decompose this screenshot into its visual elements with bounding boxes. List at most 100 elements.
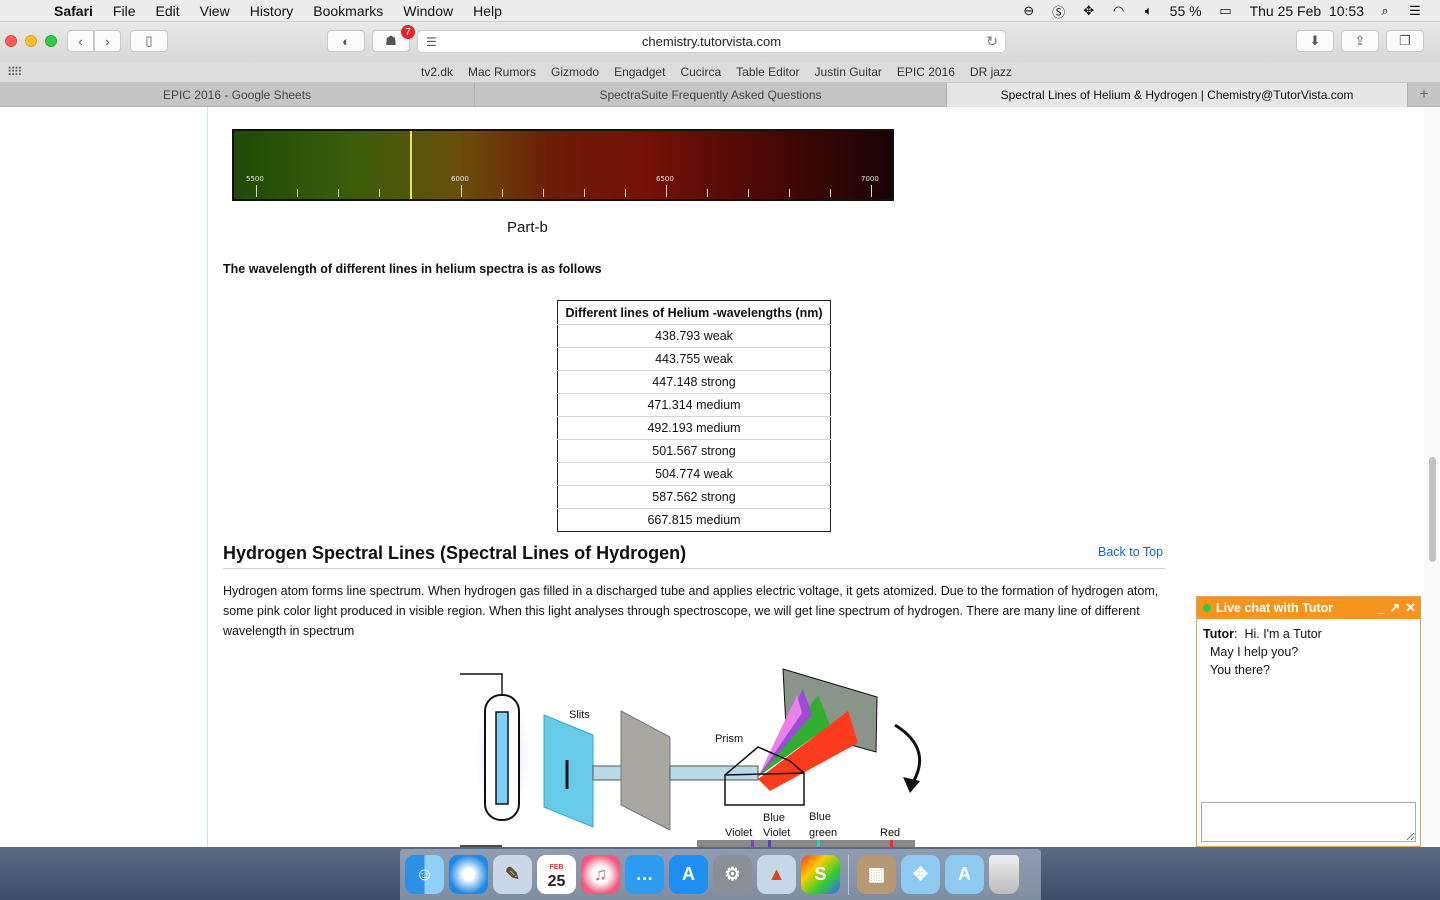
helium-spectrum-image: 5500 6000 6500 7000 [232,129,894,201]
sidebar-button[interactable]: ▯ [130,30,168,52]
menu-file[interactable]: File [113,3,136,19]
table-cell: 492.193 medium [557,416,831,440]
wifi-icon[interactable]: ◠ [1110,2,1128,20]
tab-label: SpectraSuite Frequently Asked Questions [599,88,822,102]
chat-message: Hi. I'm a Tutor [1244,627,1322,641]
tab-spectral-lines[interactable]: Spectral Lines of Helium & Hydrogen | Ch… [947,83,1408,107]
spectrum-tick [297,189,298,197]
favorite-link[interactable]: EPIC 2016 [897,65,955,79]
close-icon[interactable]: ✕ [1405,600,1416,616]
chat-input[interactable] [1201,802,1416,842]
downloads-stack-icon[interactable]: ▦ [857,855,896,894]
dropbox-icon[interactable]: ✥ [1080,2,1098,20]
favorite-link[interactable]: Table Editor [736,65,799,79]
top-sites-grid-icon[interactable]: ⠿⠿ [7,65,23,79]
zoom-window-button[interactable] [45,35,57,47]
minimize-icon[interactable]: _ [1377,600,1384,616]
chat-message: You there? [1210,663,1271,677]
favorite-link[interactable]: tv2.dk [421,65,453,79]
notification-center-icon[interactable]: ☰ [1406,2,1424,20]
diagram-label-blue-violet: Violet [763,827,790,839]
calendar-icon[interactable]: FEB 25 [537,855,576,894]
battery-percent[interactable]: 55 % [1170,3,1202,19]
forward-button[interactable]: › [94,30,121,52]
chat-header[interactable]: Live chat with Tutor _ ↗ ✕ [1197,597,1420,619]
calendar-day: 25 [547,872,566,890]
menu-bookmarks[interactable]: Bookmarks [313,3,383,19]
browser-toolbar: ‹ › ▯ ◐ ☗ 7 ☰ chemistry.tutorvista.com ↻… [0,22,1440,62]
table-cell: 438.793 weak [557,324,831,348]
table-row: 492.193 medium [557,416,831,440]
new-tab-button[interactable]: + [1408,83,1440,107]
table-row: 471.314 medium [557,393,831,417]
menu-history[interactable]: History [250,3,294,19]
safari-icon[interactable] [449,855,488,894]
spectrum-tick [584,189,585,197]
favorite-link[interactable]: DR jazz [970,65,1012,79]
menu-app-safari[interactable]: Safari [54,3,93,19]
chat-title: Live chat with Tutor [1216,601,1334,615]
popout-icon[interactable]: ↗ [1389,600,1400,616]
notification-badge: 7 [401,25,415,39]
messages-icon[interactable]: … [625,855,664,894]
favorite-link[interactable]: Mac Rumors [468,65,536,79]
spectrasuite-icon[interactable]: S [801,855,840,894]
web-page: 5500 6000 6500 7000 Part-b The wavelengt… [0,107,1440,847]
preview-icon[interactable]: ✎ [493,855,532,894]
online-status-icon [1203,604,1211,612]
battery-icon[interactable]: ▭ [1214,2,1238,20]
menu-window[interactable]: Window [403,3,453,19]
spotlight-search-icon[interactable]: ⌕ [1376,2,1394,20]
address-bar[interactable]: ☰ chemistry.tutorvista.com ↻ [417,30,1006,53]
time-machine-icon[interactable]: ⊖ [1020,2,1038,20]
menu-view[interactable]: View [200,3,230,19]
table-cell: 443.755 weak [557,347,831,371]
live-chat-widget: Live chat with Tutor _ ↗ ✕ Tutor: Hi. I'… [1196,596,1421,847]
spectrum-tick [830,189,831,197]
favorite-link[interactable]: Engadget [614,65,665,79]
reader-view-icon[interactable]: ☰ [426,35,437,49]
five-icon[interactable]: Ⓢ [1050,2,1068,20]
scrollbar-thumb[interactable] [1429,457,1436,562]
app-store-icon[interactable]: A [669,855,708,894]
matlab-icon[interactable]: ▲ [757,855,796,894]
menu-edit[interactable]: Edit [155,3,179,19]
reload-icon[interactable]: ↻ [986,33,998,50]
tab-label: EPIC 2016 - Google Sheets [162,88,312,102]
favorite-link[interactable]: Justin Guitar [815,65,882,79]
tab-spectrasuite-faq[interactable]: SpectraSuite Frequently Asked Questions [475,83,947,107]
itunes-icon[interactable]: ♫ [581,855,620,894]
spectrum-tick [666,185,667,197]
share-button[interactable]: ⇪ [1341,30,1379,52]
ghostery-button[interactable]: ◐ [327,30,365,52]
downloads-button[interactable]: ⬇ [1296,30,1334,52]
finder-icon[interactable]: ☺ [405,855,444,894]
minimize-window-button[interactable] [25,35,37,47]
trash-icon[interactable] [989,855,1019,894]
clock[interactable]: Thu 25 Feb 10:53 [1250,3,1364,19]
table-row: 587.562 strong [557,485,831,509]
table-row: 438.793 weak [557,324,831,348]
back-to-top-link[interactable]: Back to Top [1098,545,1163,559]
system-preferences-icon[interactable]: ⚙ [713,855,752,894]
back-button[interactable]: ‹ [67,30,94,52]
chat-message: May I help you? [1210,645,1299,659]
diagram-label-violet: Violet [725,827,752,839]
vertical-scrollbar[interactable] [1424,107,1440,847]
dropbox-folder-icon[interactable]: ✥ [901,855,940,894]
volume-icon[interactable]: 🔈︎ [1140,2,1158,20]
table-cell: 447.148 strong [557,370,831,394]
favorite-link[interactable]: Cucirca [680,65,721,79]
spectrum-tick [789,189,790,197]
tab-google-sheets[interactable]: EPIC 2016 - Google Sheets [0,83,475,107]
close-window-button[interactable] [5,35,17,47]
spectrum-tick-label: 7000 [861,175,879,183]
applications-folder-icon[interactable]: A [945,855,984,894]
diagram-label-blue-violet: Blue [763,812,785,824]
table-cell: 587.562 strong [557,485,831,509]
menu-help[interactable]: Help [473,3,502,19]
tabs-overview-button[interactable]: ❐ [1386,30,1424,52]
favorite-link[interactable]: Gizmodo [551,65,599,79]
adblock-button[interactable]: ☗ 7 [372,25,415,52]
divider [223,568,1166,569]
